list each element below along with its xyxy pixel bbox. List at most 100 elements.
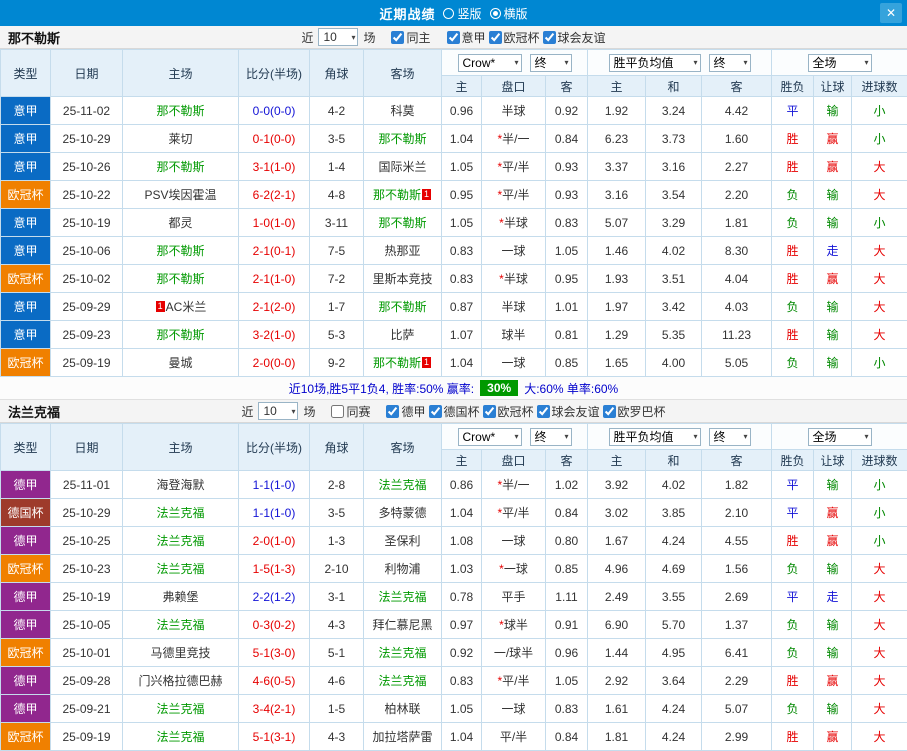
filter-checkbox-球会友谊[interactable]: 球会友谊 (542, 29, 606, 46)
team-link[interactable]: 法兰克福 (156, 702, 204, 716)
checkbox-input[interactable] (428, 404, 442, 418)
layout-radio-vertical[interactable]: 竖版 (443, 5, 482, 22)
checkbox-input[interactable] (386, 404, 400, 418)
filter-checkbox-德国杯[interactable]: 德国杯 (428, 403, 480, 420)
league-cell: 欧冠杯 (0, 180, 51, 209)
team-link[interactable]: 马德里竞技 (150, 646, 210, 660)
team-link[interactable]: 那不勒斯 (156, 244, 204, 258)
league-cell: 欧冠杯 (0, 348, 51, 377)
handicap-result-cell: 输 (813, 348, 853, 377)
goals-result-cell: 大 (851, 722, 907, 751)
team-link[interactable]: 圣保利 (384, 534, 420, 548)
team-link[interactable]: 都灵 (168, 216, 192, 230)
filter-dropdown[interactable]: 胜平负均值 ▾ (608, 53, 701, 72)
team-link[interactable]: 拜仁慕尼黑 (372, 618, 432, 632)
filter-dropdown[interactable]: 终 ▾ (708, 427, 751, 446)
games-count-select[interactable]: 10 ▾ (318, 28, 359, 46)
filter-dropdown[interactable]: 终 ▾ (529, 53, 572, 72)
team-link[interactable]: 那不勒斯 (156, 272, 204, 286)
layout-radio-horizontal[interactable]: 横版 (489, 5, 528, 22)
filter-dropdown[interactable]: 全场 ▾ (807, 53, 872, 72)
team-link[interactable]: 弗赖堡 (162, 590, 198, 604)
team-link[interactable]: 法兰克福 (156, 506, 204, 520)
win-rate-badge: 30% (480, 380, 519, 396)
score-cell: 2-2(1-2) (238, 582, 310, 611)
team-link[interactable]: PSV埃因霍温 (144, 188, 216, 202)
checkbox-input[interactable] (391, 30, 405, 44)
team-link[interactable]: 海登海默 (156, 478, 204, 492)
home-team-cell: 马德里竞技 (122, 638, 239, 667)
games-count-select[interactable]: 10 ▾ (258, 402, 299, 420)
team-link[interactable]: 比萨 (390, 328, 414, 342)
handicap-line-cell: 一/球半 (481, 638, 546, 667)
filter-dropdown[interactable]: 终 ▾ (529, 427, 572, 446)
checkbox-input[interactable] (542, 30, 556, 44)
team-link[interactable]: 那不勒斯 (373, 356, 421, 370)
handicap-line-cell: 半球 (481, 96, 546, 125)
checkbox-input[interactable] (536, 404, 550, 418)
ah-away-odds: 0.91 (545, 610, 588, 639)
team-link[interactable]: 法兰克福 (156, 534, 204, 548)
team-link[interactable]: 那不勒斯 (156, 160, 204, 174)
team-link[interactable]: 加拉塔萨雷 (372, 730, 432, 744)
filter-checkbox-欧冠杯[interactable]: 欧冠杯 (488, 29, 540, 46)
team-link[interactable]: 热那亚 (384, 244, 420, 258)
team-link[interactable]: 里斯本竞技 (372, 272, 432, 286)
close-icon[interactable]: ✕ (880, 3, 902, 23)
handicap-result-cell: 输 (813, 470, 853, 499)
team-link[interactable]: 曼城 (168, 356, 192, 370)
filter-dropdown[interactable]: 全场 ▾ (807, 427, 872, 446)
checkbox-input[interactable] (602, 404, 616, 418)
team-link[interactable]: 多特蒙德 (378, 506, 426, 520)
handicap-line-cell: 平/半 (481, 722, 546, 751)
team-link[interactable]: 法兰克福 (156, 730, 204, 744)
team-link[interactable]: 那不勒斯 (378, 300, 426, 314)
team-link[interactable]: 法兰克福 (378, 590, 426, 604)
filter-checkbox-同赛[interactable]: 同赛 (331, 403, 370, 420)
team-link[interactable]: 那不勒斯 (156, 104, 204, 118)
checkbox-input[interactable] (488, 30, 502, 44)
team-link[interactable]: 莱切 (168, 132, 192, 146)
team-link[interactable]: 那不勒斯 (378, 216, 426, 230)
team-link[interactable]: 柏林联 (384, 702, 420, 716)
team-link[interactable]: 法兰克福 (378, 478, 426, 492)
team-link[interactable]: 法兰克福 (156, 618, 204, 632)
team-link[interactable]: 那不勒斯 (378, 132, 426, 146)
dropdown-value: 终 (713, 56, 726, 70)
team-link[interactable]: AC米兰 (166, 300, 207, 314)
filter-checkbox-欧罗巴杯[interactable]: 欧罗巴杯 (602, 403, 666, 420)
filter-dropdown[interactable]: Crow* ▾ (457, 53, 522, 72)
handicap-text: 平/半 (502, 160, 530, 174)
column-header: 客 (700, 75, 773, 97)
away-team-cell: 法兰克福 (363, 470, 442, 499)
team-link[interactable]: 科莫 (390, 104, 414, 118)
checkbox-input[interactable] (482, 404, 496, 418)
team-link[interactable]: 门兴格拉德巴赫 (138, 674, 222, 688)
euro-home-odds: 1.81 (587, 722, 646, 751)
team-link[interactable]: 法兰克福 (156, 562, 204, 576)
filter-checkbox-欧冠杯[interactable]: 欧冠杯 (482, 403, 534, 420)
filter-dropdown[interactable]: Crow* ▾ (457, 427, 522, 446)
team-link[interactable]: 法兰克福 (378, 674, 426, 688)
filter-checkbox-同主[interactable]: 同主 (391, 29, 431, 46)
team-link[interactable]: 国际米兰 (378, 160, 426, 174)
team-link[interactable]: 法兰克福 (378, 646, 426, 660)
team-link[interactable]: 那不勒斯 (373, 188, 421, 202)
filter-checkbox-德甲[interactable]: 德甲 (386, 403, 426, 420)
checkbox-label: 球会友谊 (551, 404, 600, 419)
filter-checkbox-意甲[interactable]: 意甲 (446, 29, 486, 46)
filter-dropdown[interactable]: 终 ▾ (708, 53, 751, 72)
checkbox-input[interactable] (331, 404, 345, 418)
date-cell: 25-09-23 (50, 320, 123, 349)
team-link[interactable]: 那不勒斯 (156, 328, 204, 342)
team-link[interactable]: 利物浦 (384, 562, 420, 576)
euro-away-odds: 2.99 (700, 722, 773, 751)
away-team-cell: 法兰克福 (363, 666, 442, 695)
red-card-badge: 1 (422, 189, 431, 200)
filter-dropdown[interactable]: 胜平负均值 ▾ (608, 427, 701, 446)
checkbox-input[interactable] (446, 30, 460, 44)
filter-checkbox-球会友谊[interactable]: 球会友谊 (536, 403, 600, 420)
date-cell: 25-10-29 (50, 498, 123, 527)
goals-result-cell: 小 (851, 96, 907, 125)
ah-away-odds: 0.96 (545, 638, 588, 667)
